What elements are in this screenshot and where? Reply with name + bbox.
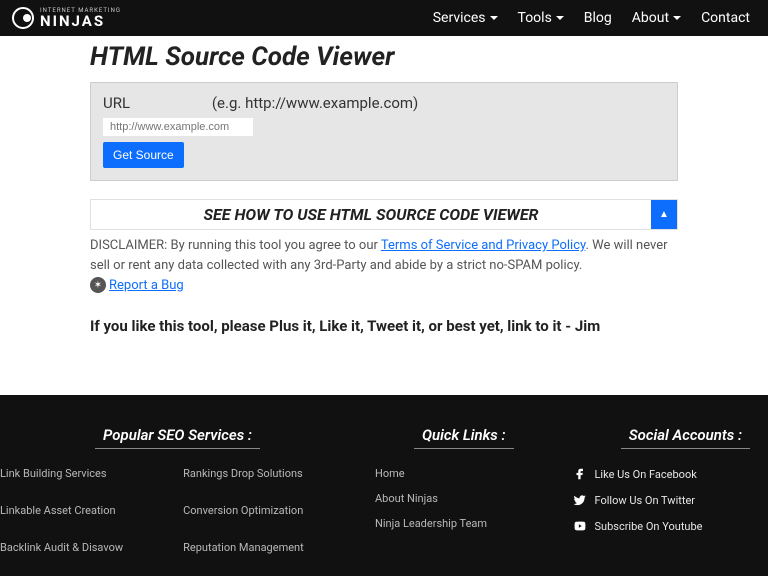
source-form: URL (e.g. http://www.example.com) Get So… <box>90 82 678 181</box>
footer-link[interactable]: Reputation Management <box>183 541 304 554</box>
twitter-icon <box>573 493 587 507</box>
brand-logo-icon <box>12 7 34 29</box>
nav-about[interactable]: About <box>632 10 681 26</box>
report-bug-row: ✶ Report a Bug <box>90 277 678 293</box>
url-input[interactable] <box>103 118 253 136</box>
footer-link[interactable]: Link Building Services <box>0 467 123 480</box>
footer-link[interactable]: Linkable Asset Creation <box>0 504 123 517</box>
social-label: Like Us On Facebook <box>595 468 697 481</box>
top-nav-bar: INTERNET MARKETING NINJAS Services Tools… <box>0 0 768 36</box>
nav-blog[interactable]: Blog <box>584 10 612 26</box>
url-label: URL (e.g. http://www.example.com) <box>103 94 418 112</box>
primary-nav: Services Tools Blog About Contact <box>433 10 750 26</box>
terms-link[interactable]: Terms of Service and Privacy Policy <box>381 238 586 253</box>
footer-heading-quick: Quick Links : <box>414 426 514 449</box>
footer-link[interactable]: Backlink Audit & Disavow <box>0 541 123 554</box>
page-title: HTML Source Code Viewer <box>90 42 678 72</box>
chevron-up-icon: ▲ <box>659 209 669 220</box>
site-footer: Popular SEO Services : Link Building Ser… <box>0 395 768 576</box>
disclaimer-text: DISCLAIMER: By running this tool you agr… <box>90 236 678 275</box>
footer-link[interactable]: Conversion Optimization <box>183 504 304 517</box>
youtube-icon <box>573 519 587 533</box>
chevron-down-icon <box>673 16 681 20</box>
footer-heading-social: Social Accounts : <box>621 426 750 449</box>
banner-collapse-button[interactable]: ▲ <box>651 200 677 229</box>
nav-contact[interactable]: Contact <box>701 10 750 26</box>
nav-tools[interactable]: Tools <box>518 10 564 26</box>
footer-col-seo: Popular SEO Services : Link Building Ser… <box>0 425 355 566</box>
social-youtube[interactable]: Subscribe On Youtube <box>573 519 751 533</box>
get-source-button[interactable]: Get Source <box>103 142 184 168</box>
report-bug-link[interactable]: Report a Bug <box>109 278 184 293</box>
share-prompt: If you like this tool, please Plus it, L… <box>90 317 678 335</box>
footer-link[interactable]: Home <box>375 467 553 480</box>
footer-col-quick: Quick Links : Home About Ninjas Ninja Le… <box>375 425 553 566</box>
footer-link[interactable]: Ninja Leadership Team <box>375 517 553 530</box>
main-content: HTML Source Code Viewer URL (e.g. http:/… <box>0 36 768 365</box>
nav-services[interactable]: Services <box>433 10 498 26</box>
social-label: Follow Us On Twitter <box>595 494 696 507</box>
brand[interactable]: INTERNET MARKETING NINJAS <box>12 7 121 29</box>
chevron-down-icon <box>556 16 564 20</box>
footer-col-social: Social Accounts : Like Us On Facebook Fo… <box>573 425 751 566</box>
social-facebook[interactable]: Like Us On Facebook <box>573 467 751 481</box>
social-label: Subscribe On Youtube <box>595 520 703 533</box>
footer-link[interactable]: About Ninjas <box>375 492 553 505</box>
howto-banner: SEE HOW TO USE HTML SOURCE CODE VIEWER ▲ <box>90 199 678 230</box>
chevron-down-icon <box>490 16 498 20</box>
social-twitter[interactable]: Follow Us On Twitter <box>573 493 751 507</box>
facebook-icon <box>573 467 587 481</box>
bug-icon: ✶ <box>90 277 106 293</box>
footer-heading-seo: Popular SEO Services : <box>95 426 260 449</box>
brand-name: NINJAS <box>40 14 121 29</box>
howto-banner-text: SEE HOW TO USE HTML SOURCE CODE VIEWER <box>91 200 651 229</box>
footer-link[interactable]: Rankings Drop Solutions <box>183 467 304 480</box>
